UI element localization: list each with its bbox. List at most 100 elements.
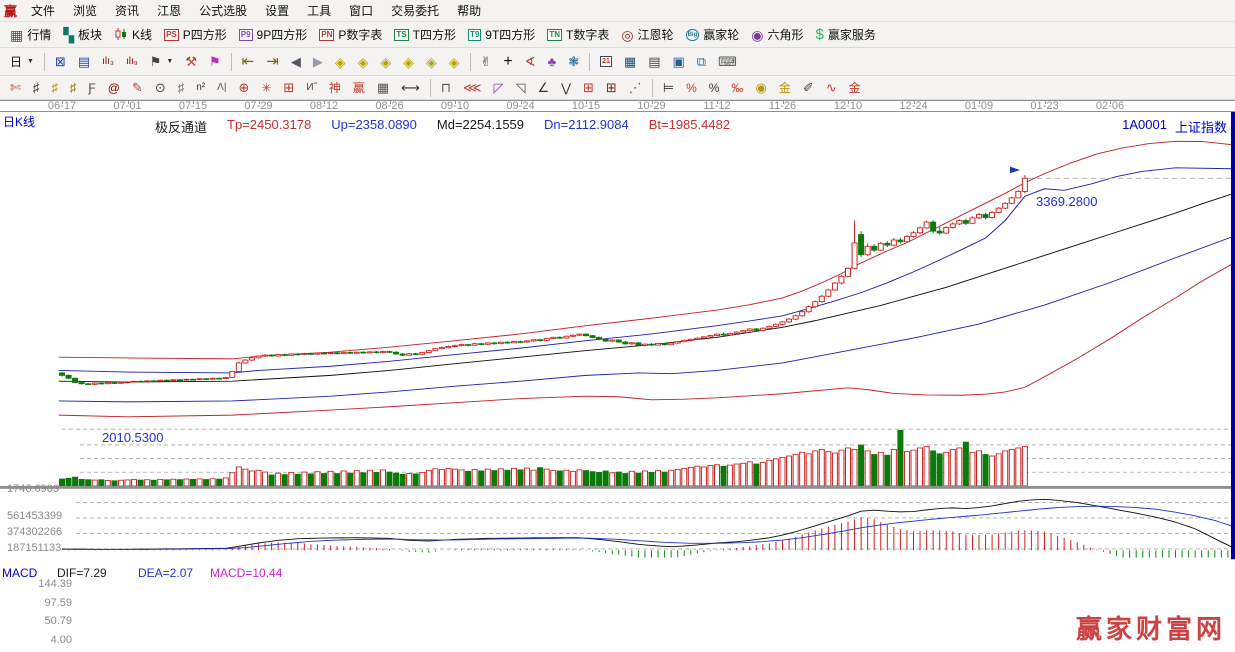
slant-set-button[interactable]: ⋰ [623, 79, 648, 96]
notepad-button[interactable]: ▤ [642, 53, 666, 70]
flag-marker-button[interactable]: ⚑▼ [144, 53, 180, 70]
print-chart-button[interactable]: ⌨ [712, 53, 743, 70]
cluster-purple-button[interactable]: ♣ [542, 53, 563, 70]
diamond-inward-button[interactable]: ◈ [397, 53, 420, 71]
gold-fence-1-button[interactable]: ♯ [45, 79, 64, 96]
p-number-button[interactable]: PNP数字表 [313, 24, 388, 45]
gann-fence-button[interactable]: ♯ [27, 79, 46, 96]
diamond-outward-button[interactable]: ◈ [420, 53, 443, 71]
chart-area[interactable]: 日K线 极反通道 Tp=2450.3178Up=2358.0890Md=2254… [0, 112, 1235, 652]
diamond-inward-icon: ◈ [403, 55, 414, 69]
knife-cut-button[interactable]: ✄ [4, 79, 27, 96]
ying-tool-button[interactable]: 赢 [347, 80, 371, 96]
ray-fan-button[interactable]: ⋘ [457, 79, 488, 96]
menu-item-4[interactable]: 公式选股 [190, 0, 256, 22]
net-view-button[interactable]: ⊠ [49, 53, 72, 70]
angle-rays-button[interactable]: ∠ [531, 79, 555, 96]
gold-level-button[interactable]: 金 [773, 80, 797, 96]
date-label-12: 12-10 [825, 101, 871, 112]
target-cross-button[interactable]: ⊕ [232, 79, 255, 96]
hand-pan-button[interactable]: ✌ [475, 53, 498, 70]
t-square-button[interactable]: TST四方形 [388, 24, 462, 45]
star-burst-button[interactable]: ✳ [255, 80, 277, 96]
n2-fence-button[interactable]: n² [190, 81, 211, 95]
menu-item-0[interactable]: 文件 [22, 0, 64, 22]
menu-item-8[interactable]: 交易委托 [382, 0, 448, 22]
menu-item-7[interactable]: 窗口 [340, 0, 382, 22]
quote-grid-button[interactable]: ▦行情 [4, 24, 57, 45]
chart-3-button[interactable]: ılı₃ [96, 55, 120, 69]
gold-mark-icon: 金 [849, 82, 861, 94]
v-shape-button[interactable]: ⋁ [555, 80, 577, 96]
menu-item-6[interactable]: 工具 [298, 0, 340, 22]
diamond-right-button[interactable]: ◈ [352, 53, 375, 71]
frame-box-button[interactable]: ⊓ [435, 79, 457, 96]
f-fence-button[interactable]: Ƒ [82, 80, 101, 96]
plain-fence-button[interactable]: ♯ [172, 79, 191, 96]
percent-levels-button[interactable]: ‰ [725, 80, 749, 96]
grid-circle-button[interactable]: ⊞ [277, 79, 300, 96]
cycle-gauge-button[interactable]: ⊙ [149, 79, 172, 96]
step-back-button[interactable]: ◀ [285, 53, 307, 70]
date-label-16: 02-06 [1087, 101, 1133, 112]
gold-mark-button[interactable]: 金 [843, 80, 867, 96]
kline-candles-button[interactable]: K线 [108, 24, 158, 45]
volume-axis-label-2: 374302266 [7, 526, 62, 538]
winner-service-button[interactable]: $赢家服务 [809, 24, 881, 45]
calculator-button[interactable]: ▦ [618, 53, 642, 70]
flag-color-button[interactable]: ⚑ [203, 53, 227, 70]
percent-plain-button[interactable]: % [703, 80, 726, 96]
tick-marks-button[interactable]: И˝ [300, 81, 323, 95]
shen-tool-button[interactable]: 神 [323, 80, 347, 96]
goto-last-button[interactable]: ⇥ [260, 52, 285, 71]
diamond-both-axis-button[interactable]: ◈ [374, 53, 397, 71]
p-square-button[interactable]: PSP四方形 [158, 24, 233, 45]
fan-sector-button[interactable]: ◸ [487, 79, 509, 96]
hexagon-button[interactable]: ◉六角形 [745, 24, 809, 45]
menu-item-1[interactable]: 浏览 [64, 0, 106, 22]
diamond-left-right-button[interactable]: ◈ [329, 53, 352, 71]
menu-item-9[interactable]: 帮助 [448, 0, 490, 22]
diamond-all-dir-button[interactable]: ◈ [443, 53, 466, 71]
dark-grid-button[interactable]: ⊞ [600, 79, 623, 96]
menu-item-2[interactable]: 资讯 [106, 0, 148, 22]
step-forward-button[interactable]: ▶ [307, 53, 329, 70]
copy-chart-button[interactable]: ⧉ [691, 53, 712, 70]
pen-fine-button[interactable]: ✐ [797, 79, 820, 96]
spiral-tool-button[interactable]: @ [102, 80, 126, 96]
calendar-21-button[interactable]: 21 [594, 54, 618, 69]
scale-ruler-button[interactable]: ⊨ [657, 79, 680, 96]
angle-measure-button[interactable]: ∢ [519, 53, 542, 70]
blocks-button[interactable]: ▚板块 [57, 24, 108, 45]
run-tool-button[interactable]: ⚒ [179, 53, 203, 70]
crosshair-button[interactable]: + [497, 52, 518, 72]
percent-plain-icon: % [709, 82, 720, 94]
save-floppy-button[interactable]: ▣ [667, 53, 691, 70]
chart-9-button[interactable]: ılı₉ [120, 55, 144, 69]
winner-wheel-button[interactable]: Big赢家轮 [680, 24, 746, 45]
menu-item-5[interactable]: 设置 [256, 0, 298, 22]
blocks-label: 板块 [78, 26, 102, 43]
gold-circle-button[interactable]: ◉ [749, 79, 772, 96]
pattern-brain-button[interactable]: ❃ [562, 53, 585, 70]
p9-square-button[interactable]: P99P四方形 [233, 24, 313, 45]
t-number-button[interactable]: TNT数字表 [541, 24, 615, 45]
span-measure-button[interactable]: ⟷ [395, 79, 426, 96]
memo-view-button[interactable]: ▤ [72, 53, 96, 70]
menu-item-3[interactable]: 江恩 [148, 0, 190, 22]
pen-mark-button[interactable]: ✎ [126, 79, 149, 96]
mirror-fold-button[interactable]: Λ| [211, 81, 232, 95]
gold-fence-2-icon: ♯ [70, 81, 77, 94]
percent-line-button[interactable]: % [680, 80, 703, 96]
grid-123-button[interactable]: ▦ [371, 79, 395, 96]
wave-line-button[interactable]: ∿ [820, 79, 843, 96]
flag-marker-dropdown-icon[interactable]: ▼ [166, 58, 173, 65]
period-day-dropdown-icon[interactable]: ▼ [27, 58, 34, 65]
period-day-button[interactable]: 日▼ [4, 51, 40, 72]
gold-fence-2-button[interactable]: ♯ [64, 79, 83, 96]
red-grid-button[interactable]: ⊞ [577, 79, 600, 96]
gann-wheel-button[interactable]: ◎江恩轮 [615, 24, 679, 45]
t9-square-button[interactable]: T99T四方形 [462, 24, 541, 45]
goto-first-button[interactable]: ⇤ [236, 52, 261, 71]
fan-grid-button[interactable]: ◹ [509, 79, 531, 96]
